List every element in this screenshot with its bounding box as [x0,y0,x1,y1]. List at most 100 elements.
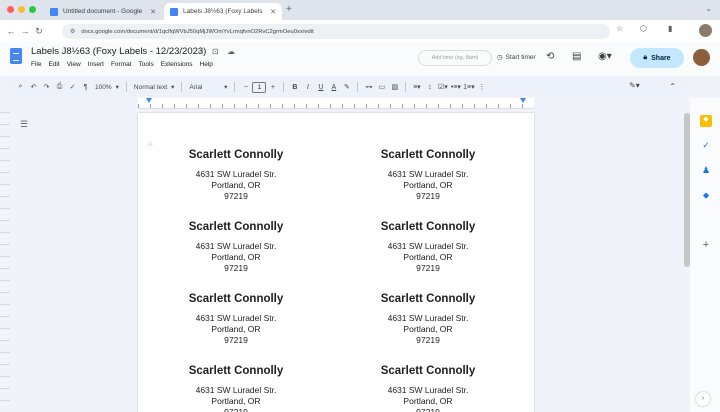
table-handle-icon[interactable]: ⊹ [148,141,153,148]
document-outline-icon[interactable]: ☰ [20,119,28,130]
font-size-input[interactable]: 1 [252,81,267,93]
label-city: Portland, OR [211,252,261,262]
ruler-ticks [138,104,534,108]
browser-profile-avatar[interactable] [699,24,712,37]
menu-format[interactable]: Format [111,61,132,68]
checklist-icon[interactable]: ☑▾ [436,83,449,91]
close-window-button[interactable] [7,6,14,13]
meet-icon[interactable]: ◉▾ [598,51,612,62]
address-label[interactable]: Scarlett Connolly 4631 SW Luradel Str. Por… [161,220,311,274]
label-name: Scarlett Connolly [188,365,284,377]
redo-icon[interactable]: ↷ [40,83,53,91]
toolbar-divider [283,82,285,92]
zoom-select[interactable]: 100% ▾ [92,83,122,92]
highlight-color-icon[interactable]: ✎ [340,83,353,91]
label-city: Portland, OR [211,396,261,406]
insert-image-icon[interactable]: ▨ [388,83,401,91]
get-addons-icon[interactable]: + [700,239,712,251]
spellcheck-icon[interactable]: ✓ [66,83,79,91]
label-name: Scarlett Connolly [188,293,284,305]
side-panel-icon[interactable]: ▮ [668,24,672,33]
collapse-toolbar-icon[interactable]: ⌃ [669,82,676,91]
more-options-icon[interactable]: ⋮ [475,83,488,91]
address-label[interactable]: Scarlett Connolly 4631 SW Luradel Str. Por… [353,148,503,202]
undo-icon[interactable]: ↶ [27,83,40,91]
site-info-icon[interactable]: ⚙ [70,28,75,35]
font-select[interactable]: Arial ▾ [186,83,230,92]
close-tab-icon[interactable]: ✕ [150,8,156,16]
reload-icon[interactable]: ↻ [32,26,46,37]
label-street: 4631 SW Luradel Str. [387,385,469,395]
underline-icon[interactable]: U [314,84,327,91]
minimize-window-button[interactable] [18,6,25,13]
maximize-window-button[interactable] [29,6,36,13]
toolbar-divider [181,82,183,92]
address-label[interactable]: Scarlett Connolly 4631 SW Luradel Str. Por… [161,292,311,346]
paint-format-icon[interactable]: ¶ [79,84,92,91]
label-name: Scarlett Connolly [380,365,476,377]
maps-icon[interactable]: ⬥ [700,190,712,202]
search-menus-icon[interactable]: ⌕ [14,83,27,91]
menu-insert[interactable]: Insert [88,61,104,68]
address-label[interactable]: Scarlett Connolly 4631 SW Luradel Str. Por… [353,220,503,274]
right-indent-marker[interactable] [520,98,526,103]
line-spacing-icon[interactable]: ↕ [423,84,436,91]
document-title[interactable]: Labels J8½63 (Foxy Labels - 12/23/2023) [31,46,206,57]
menu-edit[interactable]: Edit [48,61,59,68]
insert-link-icon[interactable]: ⊶ [362,83,375,91]
menu-extensions[interactable]: Extensions [161,61,193,68]
address-label[interactable]: Scarlett Connolly 4631 SW Luradel Str. Por… [353,292,503,346]
label-name: Scarlett Connolly [380,293,476,305]
user-avatar[interactable] [693,49,710,66]
style-select[interactable]: Normal text ▾ [131,83,178,92]
star-icon[interactable]: ☆ [197,47,204,56]
back-icon[interactable]: ← [4,26,18,36]
label-zip: 97219 [224,407,248,412]
label-zip: 97219 [416,335,440,345]
chevron-down-icon: ▾ [224,84,228,91]
extensions-icon[interactable]: ⬡ [640,24,647,33]
docs-logo-icon[interactable] [10,48,22,64]
menu-help[interactable]: Help [200,61,213,68]
align-icon[interactable]: ≡▾ [410,83,423,91]
tab-untitled-document[interactable]: Untitled document - Google ✕ [44,3,162,20]
tab-labels-document[interactable]: Labels J8½63 (Foxy Labels - ✕ [164,3,282,20]
print-icon[interactable]: ⎙ [53,83,66,91]
tab-search-icon[interactable]: ⌄ [705,4,712,13]
address-label[interactable]: Scarlett Connolly 4631 SW Luradel Str. Por… [161,364,311,412]
menu-file[interactable]: File [31,61,41,68]
tasks-icon[interactable]: ✓ [700,140,712,152]
increase-font-size-icon[interactable]: + [266,84,279,91]
forward-icon[interactable]: → [18,26,32,36]
decrease-font-size-icon[interactable]: − [239,84,252,91]
share-button[interactable]: 🔒︎ Share [630,48,684,68]
numbered-list-icon[interactable]: 1≡▾ [462,83,475,91]
url-bar[interactable]: ⚙ docs.google.com/document/d/1qclfqWVbJ5… [62,24,610,39]
move-folder-icon[interactable]: ⊡ [212,47,219,56]
docs-favicon-icon [50,7,58,16]
editing-mode-icon[interactable]: ✎▾ [629,81,640,90]
show-side-panel-icon[interactable]: › [696,392,710,406]
version-history-icon[interactable]: ⟲ [546,51,554,62]
contacts-icon[interactable]: ♟ [700,165,712,177]
address-label[interactable]: Scarlett Connolly 4631 SW Luradel Str. Por… [353,364,503,412]
left-indent-marker[interactable] [146,98,152,103]
new-tab-icon[interactable]: + [286,4,292,15]
comments-icon[interactable]: ▤ [572,51,581,62]
start-timer-button[interactable]: ◷ Start timer [497,53,536,62]
italic-icon[interactable]: I [301,84,314,91]
menu-tools[interactable]: Tools [139,61,154,68]
cloud-status-icon[interactable]: ☁ [227,47,235,56]
keep-icon[interactable]: ◆ [700,115,712,127]
bookmark-star-icon[interactable]: ☆ [616,24,623,33]
bold-icon[interactable]: B [288,84,301,91]
close-tab-icon[interactable]: ✕ [270,8,276,16]
text-color-icon[interactable]: A [327,84,340,91]
time-input[interactable]: Add time (eg. 8am) [418,50,492,66]
menu-view[interactable]: View [67,61,81,68]
add-comment-icon[interactable]: ▭ [375,83,388,91]
horizontal-ruler[interactable] [138,98,534,109]
label-city: Portland, OR [403,396,453,406]
bulleted-list-icon[interactable]: •≡▾ [449,83,462,91]
address-label[interactable]: Scarlett Connolly 4631 SW Luradel Str. Por… [161,148,311,202]
